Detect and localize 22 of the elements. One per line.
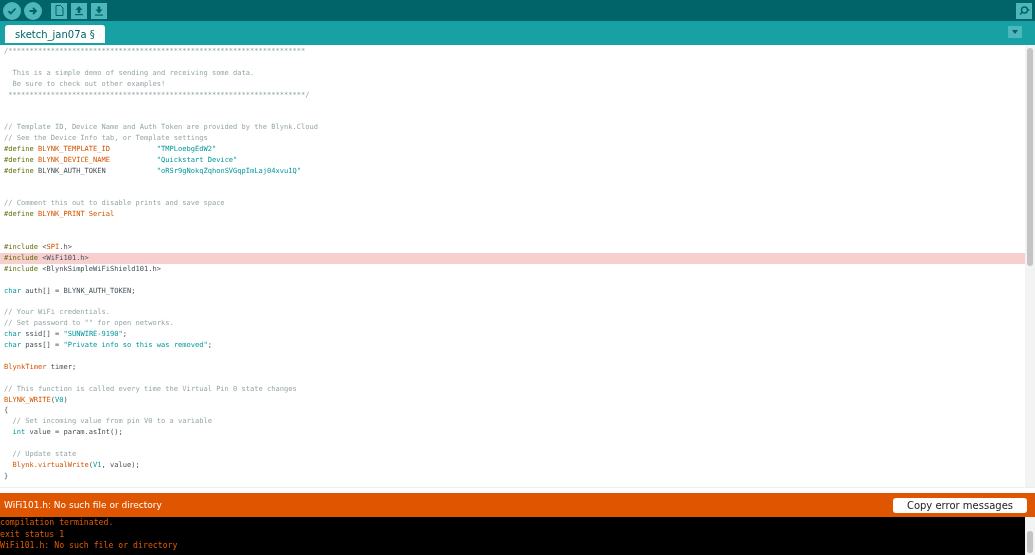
serial-monitor-button[interactable] bbox=[1016, 2, 1032, 19]
right-arrow-icon bbox=[28, 5, 38, 16]
down-arrow-icon bbox=[94, 5, 104, 16]
console-line: WiFi101.h: No such file or directory bbox=[0, 540, 179, 552]
scrollbar-thumb[interactable] bbox=[1027, 531, 1033, 553]
file-tab[interactable]: sketch_jan07a § bbox=[5, 25, 105, 43]
tab-menu-button[interactable] bbox=[1008, 26, 1022, 38]
new-button[interactable] bbox=[51, 2, 67, 19]
magnifier-icon bbox=[1018, 5, 1030, 16]
console-line: compilation terminated. bbox=[0, 517, 115, 529]
console-line: exit status 1 bbox=[0, 528, 66, 540]
check-icon bbox=[7, 5, 17, 16]
verify-button[interactable] bbox=[3, 1, 21, 20]
open-button[interactable] bbox=[71, 2, 87, 19]
save-button[interactable] bbox=[91, 2, 107, 19]
scrollbar-thumb[interactable] bbox=[1027, 48, 1033, 266]
error-message: WiFi101.h: No such file or directory bbox=[4, 500, 162, 510]
document-icon bbox=[54, 5, 64, 16]
upload-button[interactable] bbox=[24, 1, 42, 20]
copy-errors-button[interactable]: Copy error messages bbox=[892, 497, 1027, 513]
up-arrow-icon bbox=[74, 5, 84, 16]
caret-icon bbox=[1012, 30, 1018, 34]
